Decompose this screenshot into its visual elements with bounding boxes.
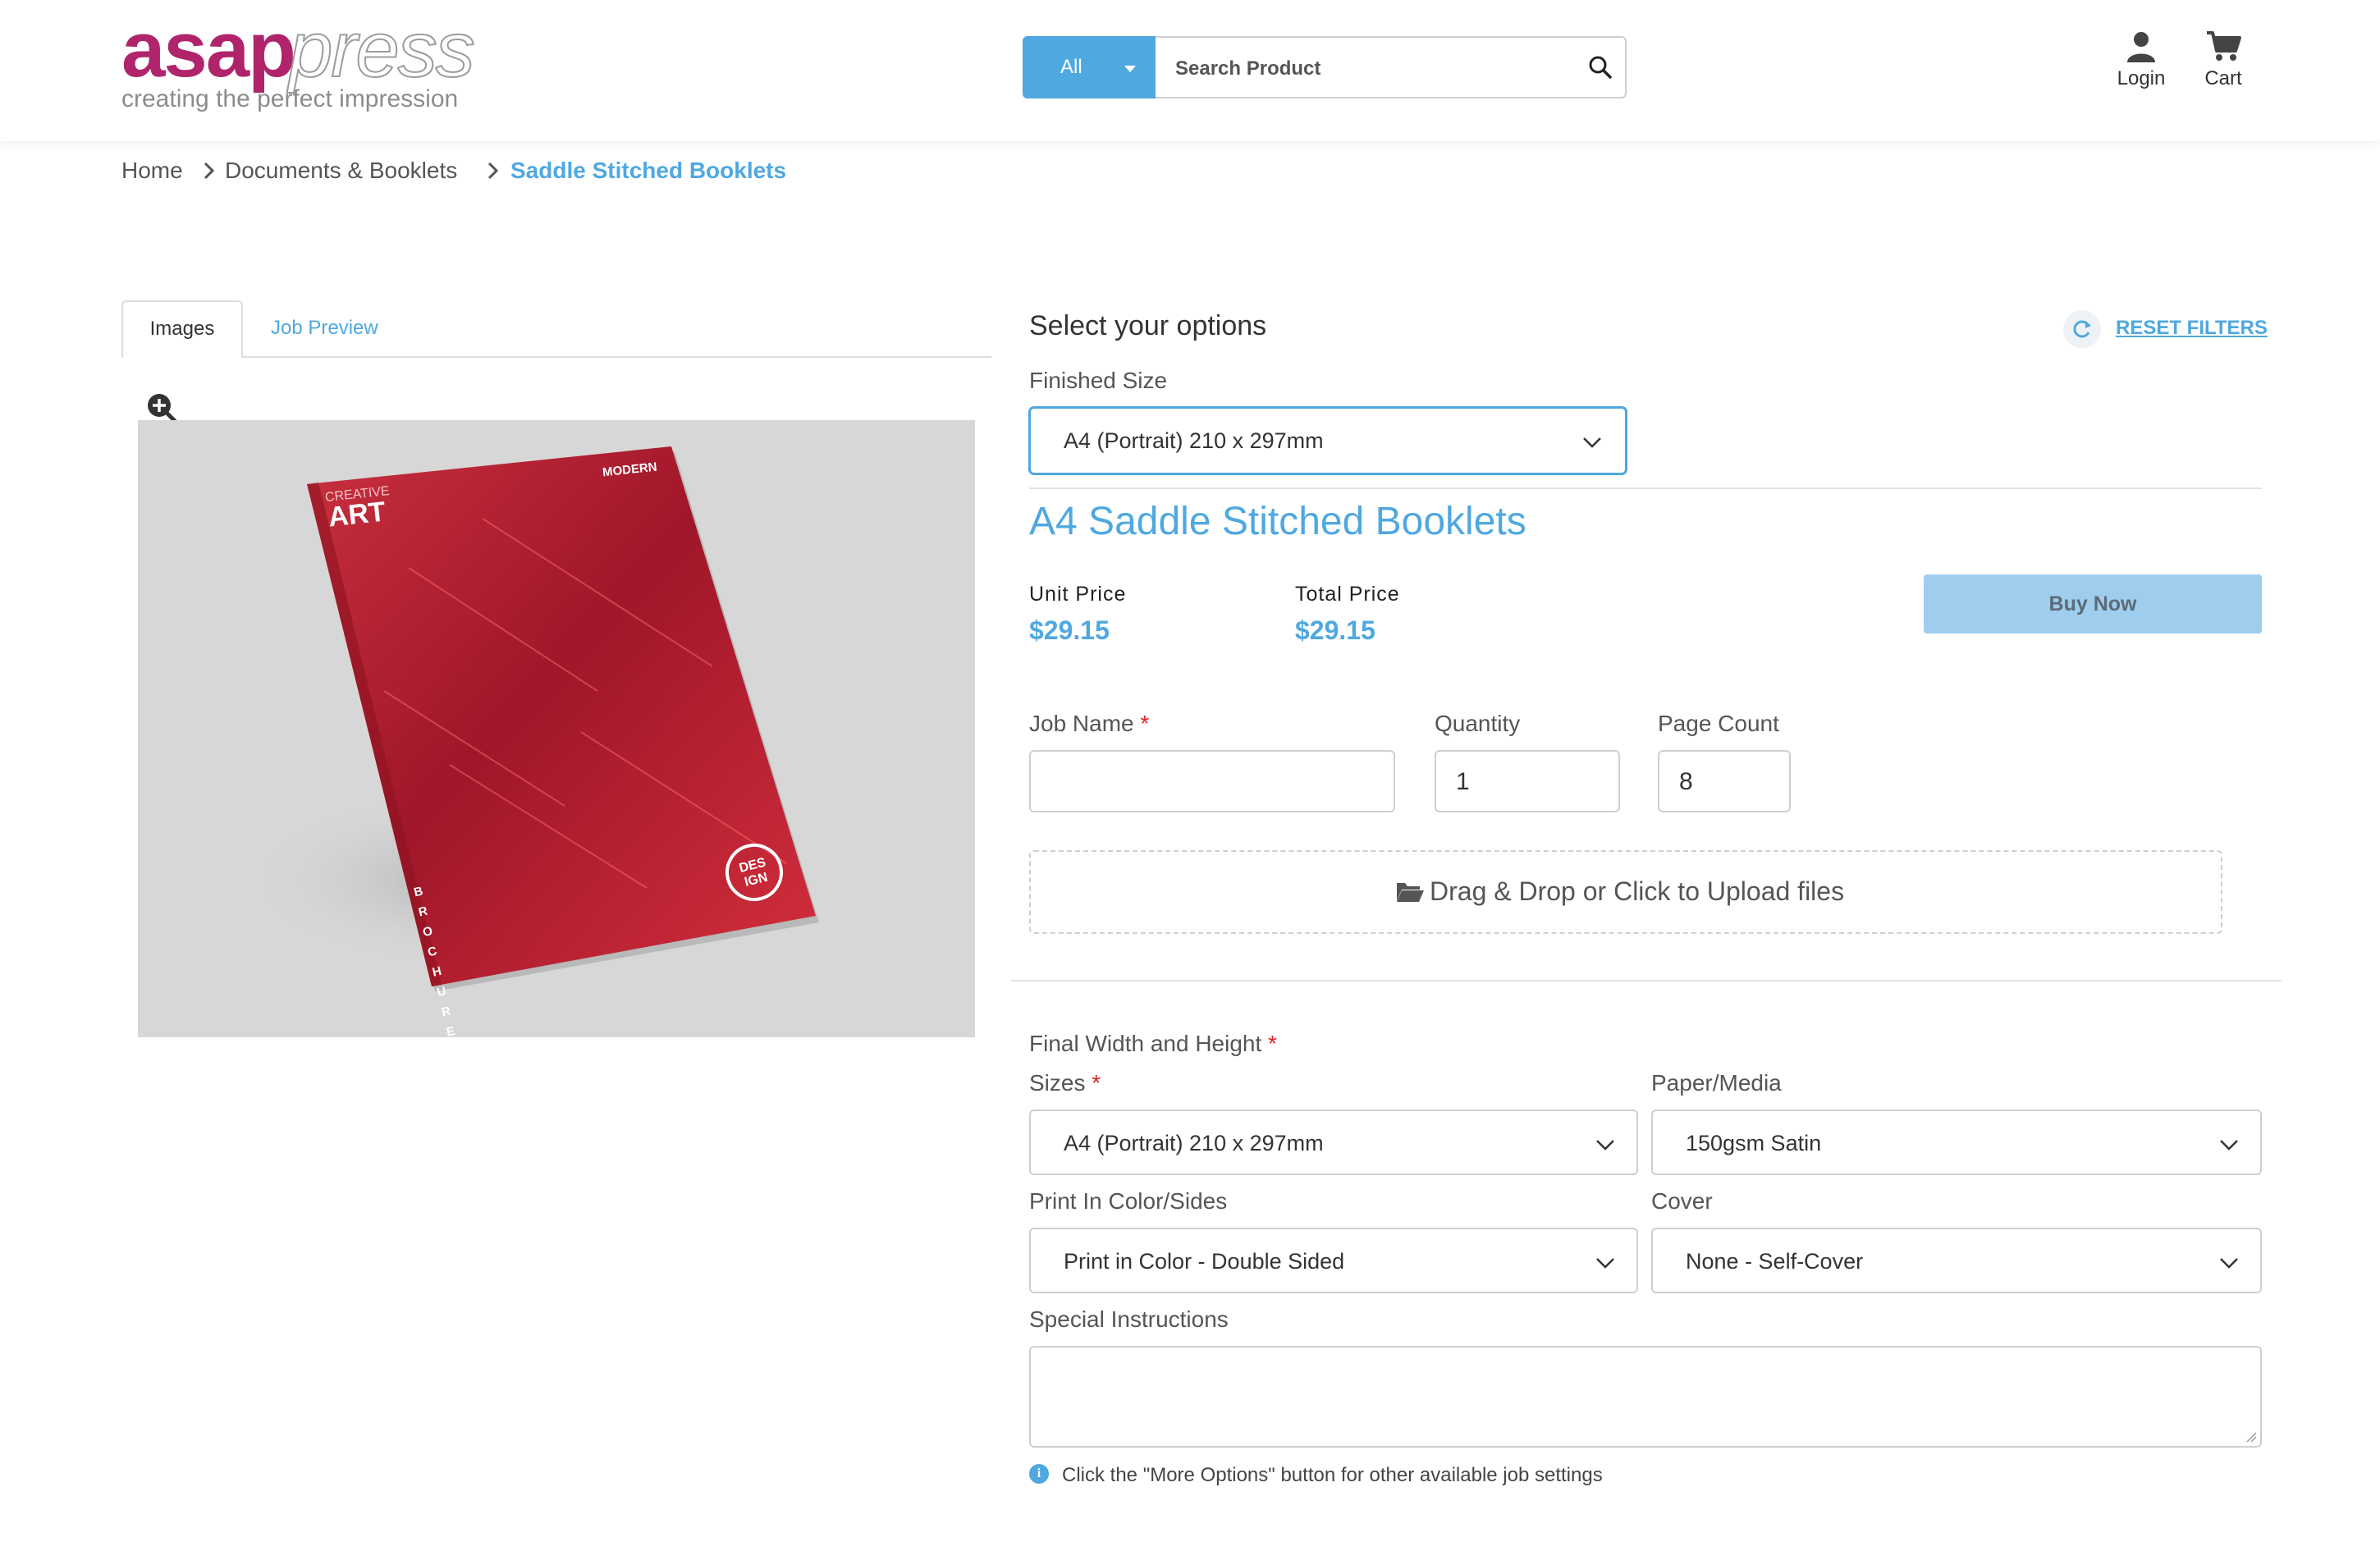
required-marker: * bbox=[1268, 1031, 1277, 1056]
product-title: A4 Saddle Stitched Booklets bbox=[1029, 500, 1526, 543]
sizes-label: Sizes * bbox=[1029, 1070, 1101, 1096]
tab-job-preview[interactable]: Job Preview bbox=[271, 317, 378, 340]
cart-button[interactable]: Cart bbox=[2186, 30, 2260, 90]
job-name-label: Job Name * bbox=[1029, 711, 1149, 737]
required-marker: * bbox=[1092, 1070, 1101, 1096]
options-heading: Select your options bbox=[1029, 310, 1267, 341]
divider bbox=[1029, 487, 2262, 489]
quantity-input[interactable]: 1 bbox=[1435, 750, 1620, 812]
page-count-label: Page Count bbox=[1658, 711, 1779, 736]
logo-press: press bbox=[288, 5, 476, 94]
paper-media-select[interactable]: 150gsm Satin bbox=[1651, 1109, 2262, 1175]
print-color-sides-value: Print in Color - Double Sided bbox=[1064, 1249, 1345, 1274]
more-options-note: Click the "More Options" button for othe… bbox=[1062, 1464, 1603, 1486]
job-name-input[interactable] bbox=[1029, 750, 1395, 812]
paper-media-value: 150gsm Satin bbox=[1686, 1131, 1822, 1155]
chevron-down-icon bbox=[2220, 1258, 2238, 1269]
cover-label: Cover bbox=[1651, 1188, 1713, 1214]
sizes-select[interactable]: A4 (Portrait) 210 x 297mm bbox=[1029, 1109, 1638, 1175]
search-icon[interactable] bbox=[1587, 54, 1613, 80]
paper-media-label: Paper/Media bbox=[1651, 1070, 1782, 1096]
print-color-sides-select[interactable]: Print in Color - Double Sided bbox=[1029, 1228, 1638, 1293]
chevron-right-icon bbox=[204, 162, 215, 180]
quantity-value: 1 bbox=[1456, 768, 1470, 795]
reset-filters-label: RESET FILTERS bbox=[2116, 317, 2268, 339]
unit-price-label: Unit Price bbox=[1029, 583, 1127, 606]
sizes-value: A4 (Portrait) 210 x 297mm bbox=[1064, 1131, 1324, 1155]
breadcrumb-home[interactable]: Home bbox=[121, 158, 183, 184]
tab-images[interactable]: Images bbox=[121, 300, 243, 358]
chevron-down-icon bbox=[1596, 1140, 1614, 1151]
breadcrumb-current: Saddle Stitched Booklets bbox=[510, 158, 787, 183]
buy-now-button[interactable]: Buy Now bbox=[1924, 574, 2262, 634]
info-icon: i bbox=[1029, 1464, 1049, 1484]
cover-value: None - Self-Cover bbox=[1686, 1249, 1864, 1274]
folder-open-icon bbox=[1397, 883, 1424, 902]
file-upload-dropzone[interactable]: Drag & Drop or Click to Upload files bbox=[1029, 850, 2222, 934]
finished-size-select[interactable]: A4 (Portrait) 210 x 297mm bbox=[1029, 407, 1627, 474]
chevron-right-icon bbox=[487, 162, 499, 180]
finished-size-label: Finished Size bbox=[1029, 368, 1168, 393]
finished-size-value: A4 (Portrait) 210 x 297mm bbox=[1064, 428, 1324, 453]
special-instructions-label: Special Instructions bbox=[1029, 1306, 1229, 1332]
product-image[interactable]: CREATIVE ART MODERN BROCHURE DES IGN bbox=[138, 420, 975, 1037]
user-icon bbox=[2127, 32, 2155, 62]
search-bar: All Search Product bbox=[1023, 36, 1627, 98]
cart-icon bbox=[2207, 31, 2241, 61]
search-input[interactable]: Search Product bbox=[1175, 57, 1320, 80]
required-marker: * bbox=[1140, 711, 1150, 736]
chevron-down-icon bbox=[2220, 1140, 2238, 1151]
page-count-value: 8 bbox=[1679, 768, 1693, 795]
unit-price-value: $29.15 bbox=[1029, 615, 1110, 645]
site-header: asap press creating the perfect impressi… bbox=[0, 0, 2380, 141]
page-count-input[interactable]: 8 bbox=[1658, 750, 1791, 812]
chevron-down-icon bbox=[1596, 1258, 1614, 1269]
special-instructions-textarea[interactable] bbox=[1029, 1346, 2262, 1448]
divider bbox=[1011, 980, 2282, 981]
refresh-icon-bg bbox=[2063, 310, 2101, 348]
logo-tagline: creating the perfect impression bbox=[121, 85, 459, 112]
logo-asap: asap bbox=[121, 6, 296, 94]
login-button[interactable]: Login bbox=[2104, 30, 2178, 90]
login-label: Login bbox=[2117, 67, 2166, 89]
breadcrumb-documents-booklets[interactable]: Documents & Booklets bbox=[225, 158, 457, 184]
quantity-label: Quantity bbox=[1435, 711, 1521, 736]
job-name-label-text: Job Name bbox=[1029, 711, 1134, 736]
total-price-label: Total Price bbox=[1295, 583, 1400, 606]
cover-select[interactable]: None - Self-Cover bbox=[1651, 1228, 2262, 1293]
tab-divider bbox=[243, 356, 991, 358]
chevron-down-icon bbox=[1583, 437, 1601, 448]
final-width-height-label: Final Width and Height * bbox=[1029, 1031, 1277, 1057]
cart-label: Cart bbox=[2204, 67, 2242, 89]
search-category-label: All bbox=[1060, 56, 1082, 78]
booklet-illustration bbox=[245, 446, 819, 991]
cover-text-art: ART bbox=[327, 496, 387, 533]
resize-handle-icon[interactable] bbox=[2245, 1431, 2257, 1443]
search-category-dropdown[interactable]: All bbox=[1023, 36, 1156, 98]
upload-label: Drag & Drop or Click to Upload files bbox=[1430, 876, 1845, 906]
sizes-label-text: Sizes bbox=[1029, 1070, 1086, 1096]
print-color-sides-label: Print In Color/Sides bbox=[1029, 1188, 1228, 1214]
final-width-height-text: Final Width and Height bbox=[1029, 1031, 1262, 1056]
refresh-icon bbox=[2073, 320, 2091, 338]
caret-down-icon bbox=[1124, 66, 1136, 72]
total-price-value: $29.15 bbox=[1295, 615, 1375, 645]
